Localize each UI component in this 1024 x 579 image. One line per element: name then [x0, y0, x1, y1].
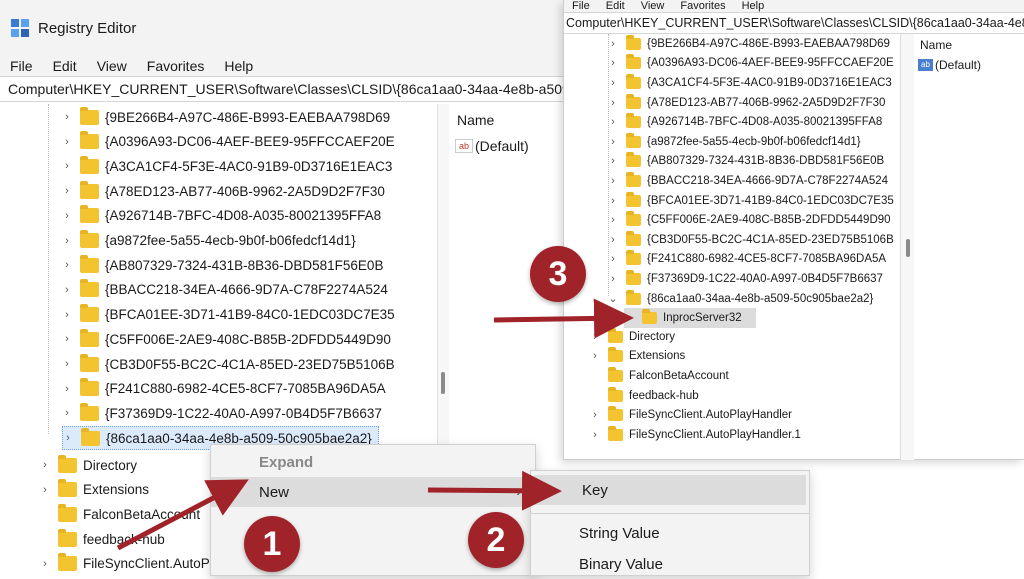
annotation-arrows [116, 298, 634, 551]
step-badge-1: 1 [244, 516, 300, 572]
step-badge-2: 2 [468, 512, 524, 568]
arrow-to-inprocserver [493, 298, 634, 339]
arrow-to-key [427, 470, 562, 511]
step-badge-3: 3 [530, 246, 586, 302]
arrow-to-new [116, 479, 249, 551]
